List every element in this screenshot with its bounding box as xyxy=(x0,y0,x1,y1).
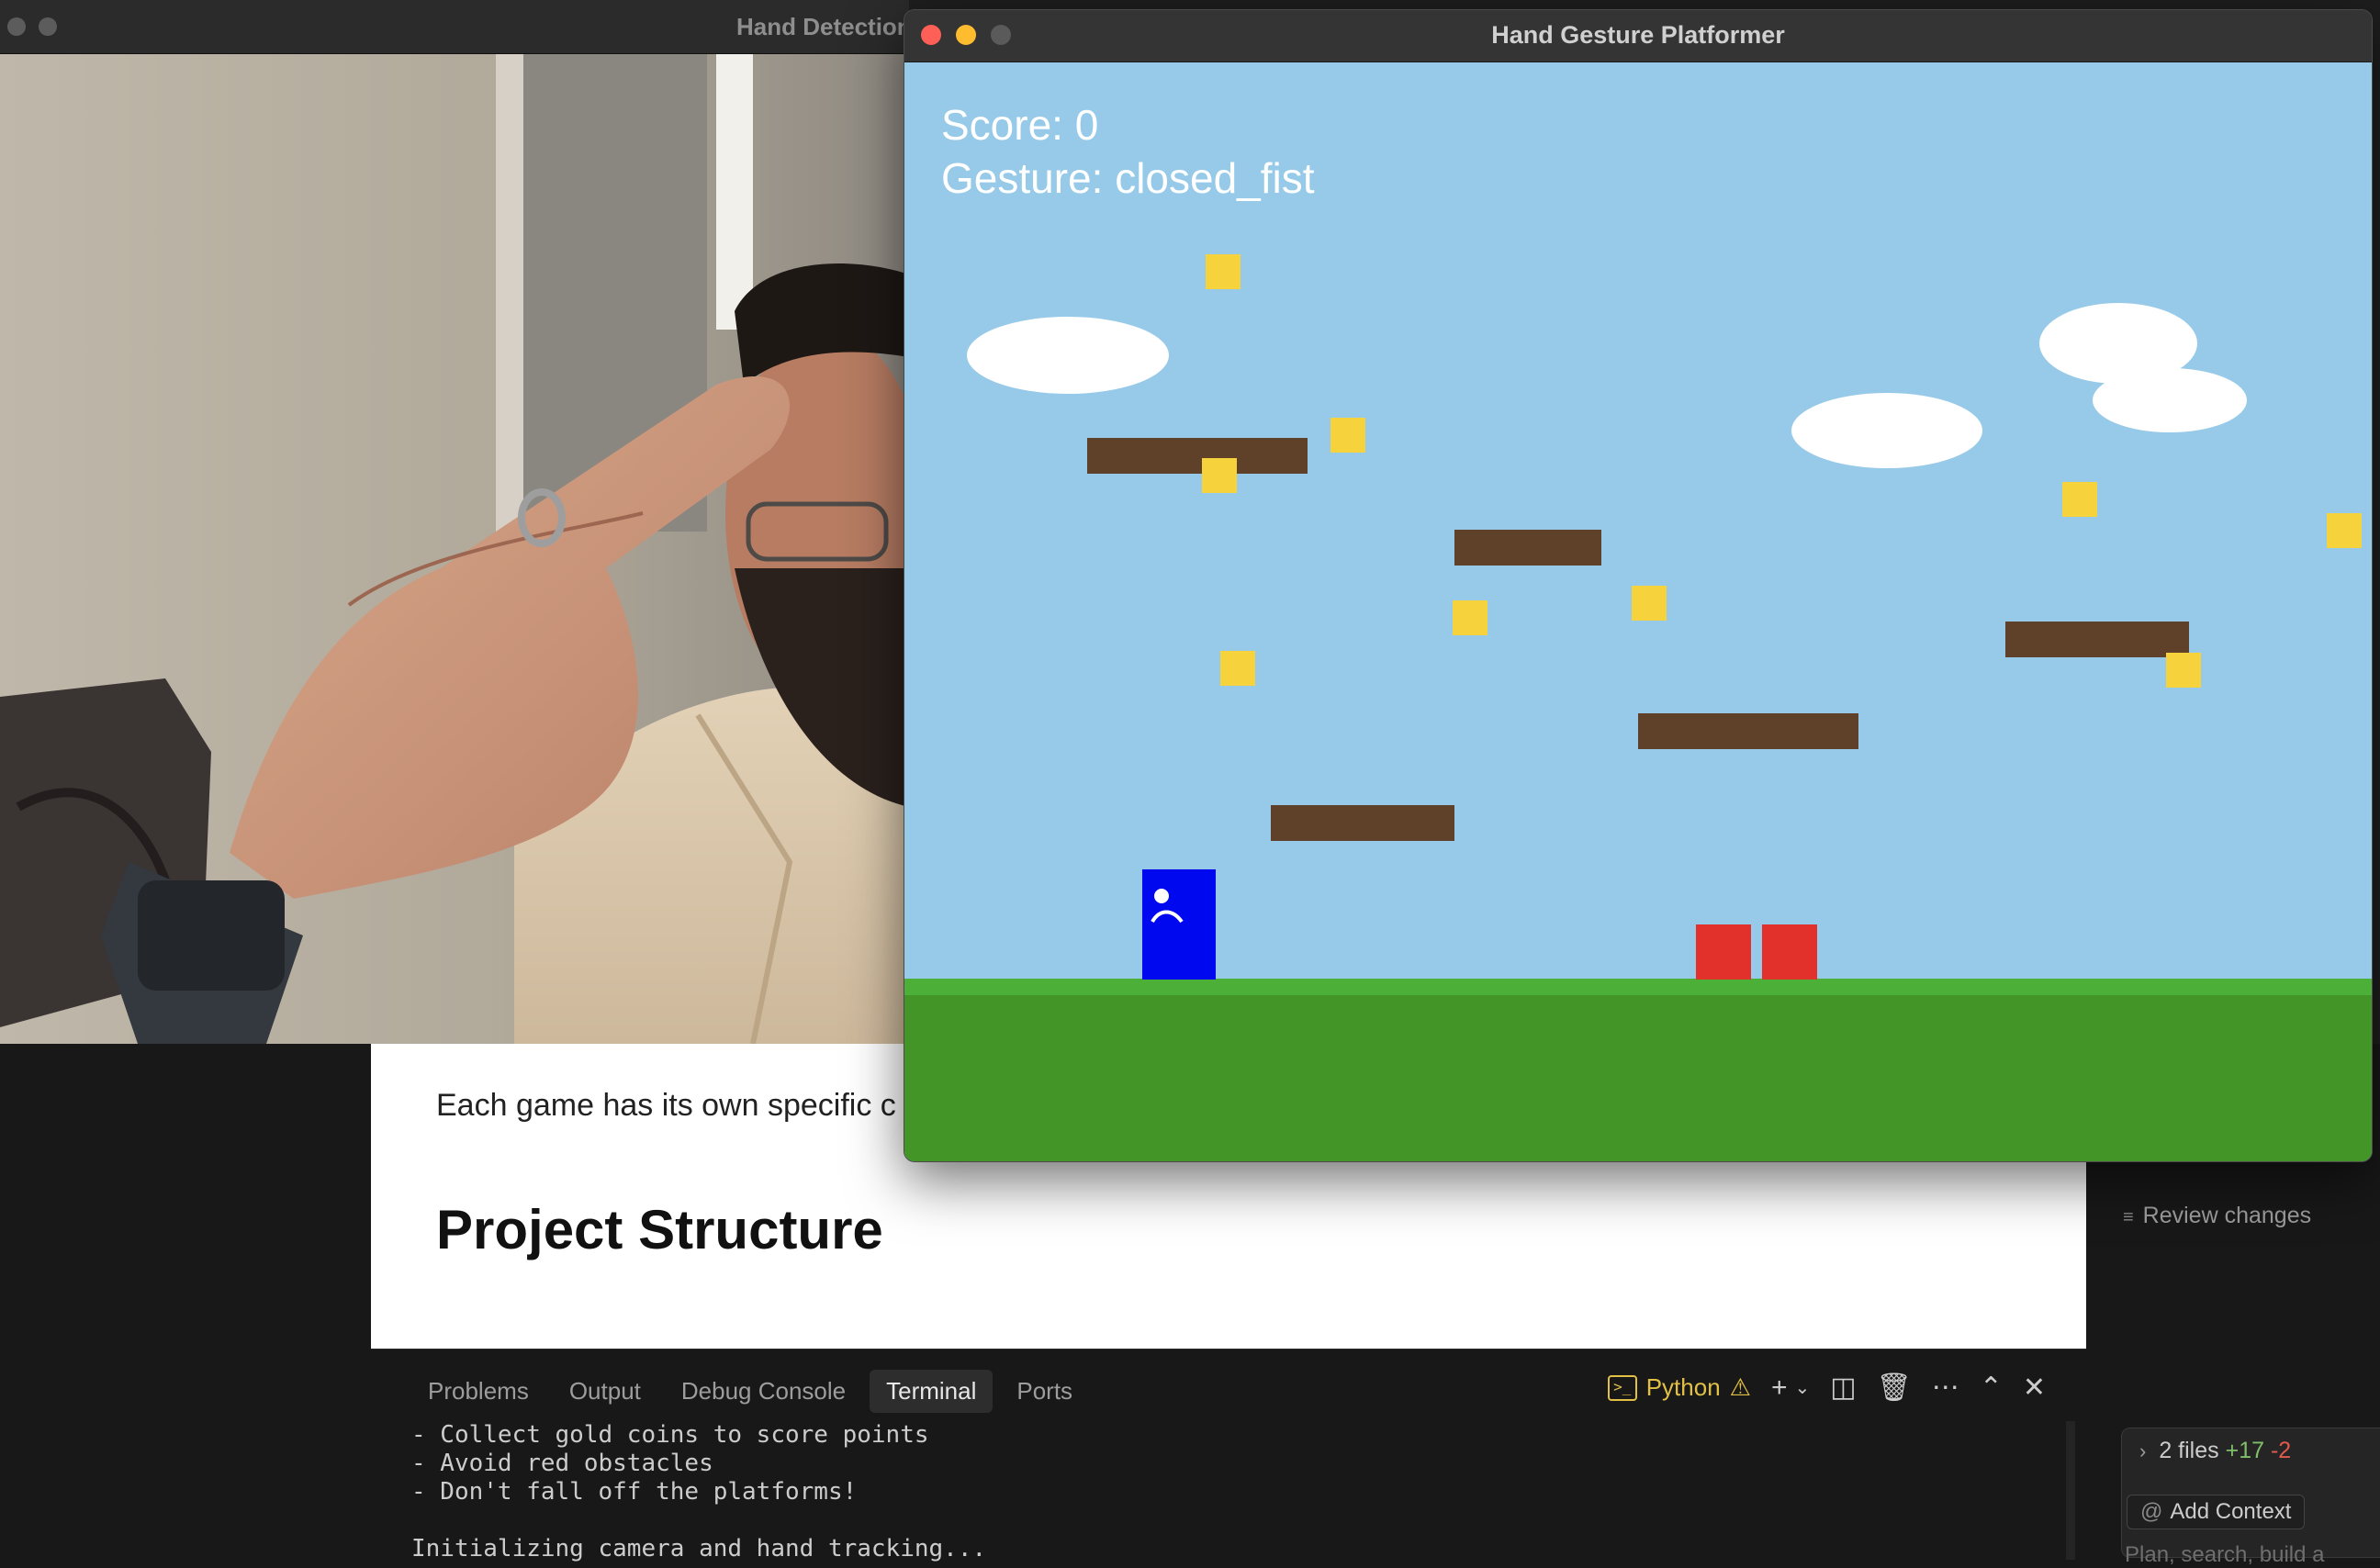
coin xyxy=(1632,586,1667,621)
chat-input-placeholder[interactable]: Plan, search, build a xyxy=(2125,1542,2324,1568)
review-changes-button[interactable]: ≡ Review changes xyxy=(2123,1203,2311,1229)
coin xyxy=(1330,418,1365,453)
camera-feed xyxy=(0,54,909,1044)
ground xyxy=(904,979,2372,1161)
platform xyxy=(1638,713,1858,749)
changed-files-summary[interactable]: › 2 files +17 -2 xyxy=(2139,1438,2291,1464)
coin xyxy=(1206,254,1241,289)
tab-ports[interactable]: Ports xyxy=(1000,1370,1089,1413)
preview-paragraph: Each game has its own specific c xyxy=(436,1088,896,1123)
coin xyxy=(2062,482,2097,517)
coin xyxy=(1220,651,1255,686)
platform xyxy=(2005,622,2189,657)
new-terminal-icon[interactable]: + xyxy=(1771,1373,1788,1402)
hand-window-title: Hand Detection xyxy=(736,13,909,40)
game-window: Hand Gesture Platformer Score: 0 Gesture… xyxy=(904,9,2373,1162)
at-icon: @ xyxy=(2140,1499,2163,1524)
coin xyxy=(1453,600,1488,635)
split-terminal-icon[interactable]: ◫ xyxy=(1830,1373,1856,1402)
terminal-line: - Don't fall off the platforms! xyxy=(411,1478,858,1506)
platform xyxy=(1454,530,1601,566)
window-close-button[interactable] xyxy=(7,17,26,36)
terminal-line: Initializing camera and hand tracking... xyxy=(411,1535,987,1562)
list-icon: ≡ xyxy=(2123,1207,2134,1227)
close-panel-icon[interactable]: ✕ xyxy=(2023,1373,2046,1402)
player xyxy=(1142,869,1216,980)
game-window-titlebar[interactable]: Hand Gesture Platformer xyxy=(904,10,2372,62)
preview-heading: Project Structure xyxy=(436,1199,883,1260)
platform xyxy=(1271,805,1454,841)
tab-output[interactable]: Output xyxy=(553,1370,657,1413)
obstacle xyxy=(1762,924,1817,980)
more-icon[interactable]: ⋯ xyxy=(1932,1373,1959,1402)
coin xyxy=(2166,653,2201,688)
score-label: Score: 0 xyxy=(941,101,1099,149)
add-context-label: Add Context xyxy=(2170,1499,2292,1524)
chevron-down-icon[interactable]: ⌄ xyxy=(1795,1374,1811,1402)
terminal-line: - Collect gold coins to score points xyxy=(411,1421,929,1449)
files-removed-count: -2 xyxy=(2270,1438,2292,1463)
maximize-panel-icon[interactable]: ⌃ xyxy=(1980,1373,2003,1402)
window-minimize-button[interactable] xyxy=(39,17,57,36)
tab-problems[interactable]: Problems xyxy=(411,1370,545,1413)
trash-icon[interactable]: 🗑 xyxy=(1877,1373,1912,1402)
terminal-output[interactable]: - Collect gold coins to score points - Av… xyxy=(411,1421,986,1563)
hand-window-titlebar[interactable]: Hand Detection xyxy=(0,0,909,54)
coin xyxy=(2327,513,2362,548)
gesture-label: Gesture: closed_fist xyxy=(941,154,1315,202)
game-canvas[interactable] xyxy=(904,62,2372,1161)
grass xyxy=(904,979,2372,995)
tab-terminal[interactable]: Terminal xyxy=(870,1370,994,1413)
platform xyxy=(1087,438,1308,474)
cloud xyxy=(967,317,1169,394)
panel-actions: >_ Python ⚠ + ⌄ ◫ 🗑 ⋯ ⌃ ✕ xyxy=(1607,1373,2046,1402)
terminal-profile-button[interactable]: >_ Python ⚠ xyxy=(1607,1373,1751,1402)
panel-tabs: Problems Output Debug Console Terminal P… xyxy=(411,1370,1096,1413)
terminal-scrollbar[interactable] xyxy=(2066,1421,2075,1560)
files-count: 2 files xyxy=(2159,1438,2219,1463)
chevron-right-icon: › xyxy=(2139,1439,2147,1462)
terminal-profile-label: Python xyxy=(1645,1373,1721,1401)
cloud xyxy=(1791,393,1982,468)
hand-detection-window: Hand Detection xyxy=(0,0,909,1044)
tab-debug-console[interactable]: Debug Console xyxy=(665,1370,862,1413)
obstacle xyxy=(1696,924,1751,980)
add-context-button[interactable]: @ Add Context xyxy=(2127,1495,2306,1529)
explorer-area xyxy=(0,1044,371,1559)
bottom-panel: Problems Output Debug Console Terminal P… xyxy=(371,1349,2086,1563)
cloud xyxy=(2093,368,2247,432)
warning-icon: ⚠ xyxy=(1729,1373,1751,1401)
terminal-line: ​ xyxy=(411,1506,986,1535)
terminal-icon: >_ xyxy=(1607,1374,1637,1401)
review-changes-label: Review changes xyxy=(2142,1203,2312,1228)
terminal-line: - Avoid red obstacles xyxy=(411,1450,713,1477)
game-window-title: Hand Gesture Platformer xyxy=(1491,21,1785,49)
player-eye xyxy=(1154,889,1169,903)
files-added-count: +17 xyxy=(2225,1438,2265,1463)
coin xyxy=(1202,458,1237,493)
